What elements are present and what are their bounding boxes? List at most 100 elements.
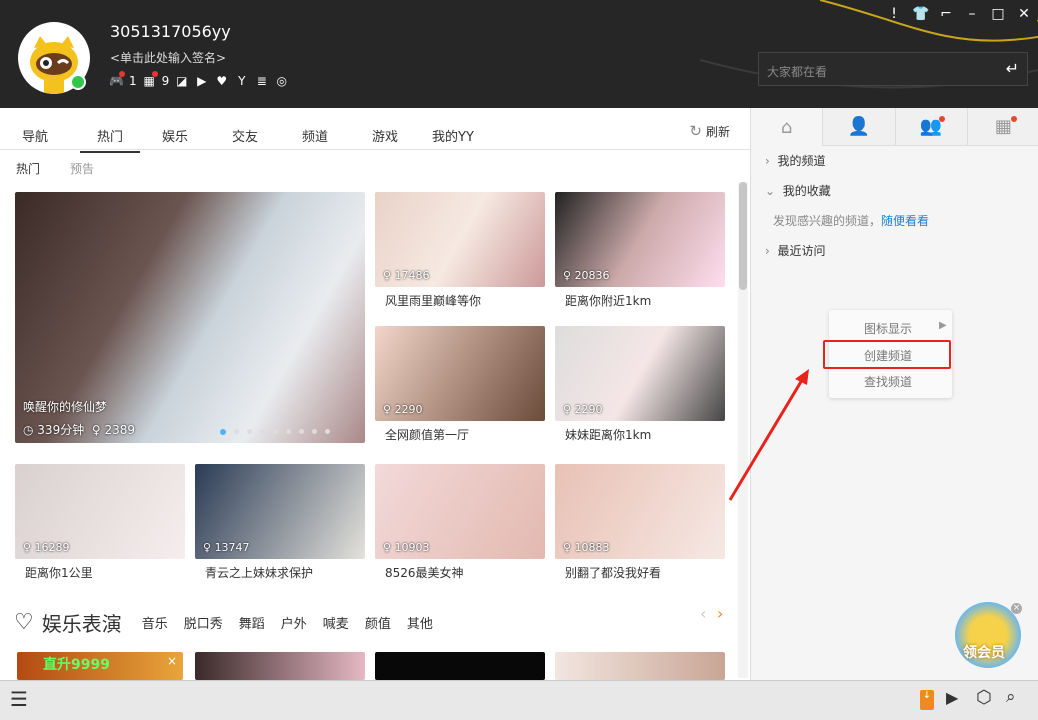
- search-placeholder: 大家都在看: [767, 65, 828, 79]
- video-icon[interactable]: ▶: [194, 73, 209, 88]
- settings-icon[interactable]: ⬡: [976, 687, 992, 708]
- viewer-count: 2290: [574, 403, 603, 416]
- tab-nav[interactable]: 导航: [22, 126, 48, 145]
- coins-icon[interactable]: ≣: [254, 73, 269, 88]
- chevron-right-icon: ›: [765, 244, 778, 258]
- stream-card[interactable]: ♀ 2290: [375, 326, 545, 421]
- heart-icon[interactable]: ♥: [214, 73, 229, 88]
- feedback-icon[interactable]: !: [886, 6, 902, 22]
- stream-title[interactable]: 风里雨里巅峰等你: [385, 292, 481, 309]
- featured-viewers: 2389: [104, 423, 135, 437]
- scrollbar-thumb[interactable]: [739, 182, 747, 290]
- stream-thumbnail[interactable]: [375, 652, 545, 680]
- menu-item-find-channel[interactable]: 查找频道: [864, 373, 912, 390]
- viewer-count: 10903: [394, 541, 430, 554]
- menu-item-icon-display[interactable]: 图标显示: [864, 320, 912, 337]
- refresh-label: 刷新: [705, 124, 730, 139]
- close-icon[interactable]: ✕: [1016, 6, 1032, 22]
- subtab-preview[interactable]: 预告: [70, 160, 94, 177]
- carousel-dots[interactable]: [220, 429, 330, 435]
- stream-card[interactable]: ♀ 10903: [375, 464, 545, 559]
- viewer-icon: ♀: [383, 269, 395, 282]
- mini-mode-icon[interactable]: ⌐: [938, 6, 954, 22]
- tag-shout[interactable]: 喊麦: [323, 613, 349, 632]
- home-tab[interactable]: ⌂: [751, 108, 823, 146]
- carousel-dot[interactable]: [220, 429, 226, 435]
- stream-title[interactable]: 妹妹距离你1km: [565, 426, 651, 443]
- tab-friends[interactable]: 交友: [232, 126, 258, 145]
- ad-close-icon[interactable]: ×: [167, 654, 177, 668]
- browse-link[interactable]: 随便看看: [881, 214, 929, 228]
- viewer-icon: ♀: [383, 541, 395, 554]
- refresh-button[interactable]: ↻ 刷新: [689, 122, 730, 140]
- signature-input[interactable]: <单击此处输入签名>: [110, 49, 226, 66]
- search-icon[interactable]: ⌕: [1006, 687, 1016, 707]
- download-app-icon[interactable]: ↓: [920, 690, 934, 710]
- tag-looks[interactable]: 颜值: [365, 613, 391, 632]
- stream-title[interactable]: 距离你1公里: [25, 564, 93, 581]
- enter-icon[interactable]: ↵: [1006, 59, 1019, 78]
- tag-music[interactable]: 音乐: [142, 613, 168, 632]
- next-arrow-icon[interactable]: ›: [717, 604, 723, 623]
- stream-thumbnail[interactable]: [195, 652, 365, 680]
- tree-recent[interactable]: › 最近访问: [765, 242, 825, 259]
- tab-hot[interactable]: 热门: [80, 126, 140, 153]
- skin-icon[interactable]: 👕: [912, 6, 929, 22]
- tag-outdoor[interactable]: 户外: [281, 613, 307, 632]
- stream-title[interactable]: 青云之上妹妹求保护: [205, 564, 313, 581]
- username: 3051317056yy: [110, 22, 231, 41]
- chevron-right-icon: ›: [765, 154, 778, 168]
- menu-icon[interactable]: ☰: [10, 687, 28, 711]
- stream-title[interactable]: 距离你附近1km: [565, 292, 651, 309]
- viewer-count: 16289: [34, 541, 70, 554]
- minimize-icon[interactable]: –: [964, 6, 980, 22]
- home-icon: ⌂: [780, 116, 793, 138]
- tab-my-yy[interactable]: 我的YY: [432, 126, 474, 145]
- featured-duration: 339分钟: [37, 423, 85, 437]
- stream-card[interactable]: ♀ 17486: [375, 192, 545, 287]
- tab-channels[interactable]: 频道: [302, 126, 328, 145]
- tab-entertainment[interactable]: 娱乐: [162, 126, 188, 145]
- gamepad-count: 1: [129, 73, 137, 88]
- tree-my-favorites[interactable]: ⌄ 我的收藏: [765, 182, 831, 199]
- target-icon[interactable]: ◎: [274, 73, 289, 88]
- subtab-hot[interactable]: 热门: [16, 160, 40, 177]
- stream-card[interactable]: ♀ 13747: [195, 464, 365, 559]
- gift-icon[interactable]: ▦: [142, 71, 158, 88]
- stream-title[interactable]: 8526最美女神: [385, 564, 464, 581]
- tag-other[interactable]: 其他: [407, 613, 433, 632]
- user-icon: 👤: [847, 116, 871, 137]
- maximize-icon[interactable]: □: [990, 6, 1006, 22]
- vip-promo[interactable]: 领会员: [955, 602, 1021, 668]
- prev-arrow-icon[interactable]: ‹: [700, 604, 706, 623]
- featured-card[interactable]: 唤醒你的修仙梦 ◷ 339分钟 ♀ 2389: [15, 192, 365, 443]
- promo-text: 领会员: [963, 645, 1005, 661]
- stream-card[interactable]: ♀ 2290: [555, 326, 725, 421]
- contacts-tab[interactable]: 👤: [822, 108, 895, 146]
- gamepad-icon[interactable]: 🎮: [109, 71, 125, 88]
- online-status-icon: [70, 74, 86, 90]
- apps-tab[interactable]: ▦: [966, 108, 1038, 146]
- groups-tab[interactable]: 👥: [894, 108, 967, 146]
- stream-card[interactable]: ♀ 20836: [555, 192, 725, 287]
- stream-title[interactable]: 全网颜值第一厅: [385, 426, 469, 443]
- video-camera-icon[interactable]: ▶: [946, 688, 958, 707]
- yo-icon[interactable]: Y: [234, 73, 249, 88]
- stream-title[interactable]: 别翻了都没我好看: [565, 564, 661, 581]
- ad-banner[interactable]: 直升9999 ×: [17, 652, 183, 680]
- chevron-down-icon: ⌄: [765, 184, 783, 198]
- tag-talkshow[interactable]: 脱口秀: [184, 613, 223, 632]
- ad-text: 直升9999: [43, 657, 110, 673]
- stream-thumbnail[interactable]: [555, 652, 725, 680]
- tree-label: 我的收藏: [782, 184, 831, 198]
- viewer-icon: ♀: [563, 403, 575, 416]
- tree-my-channels[interactable]: › 我的频道: [765, 152, 825, 169]
- task-icon[interactable]: ◪: [174, 73, 189, 88]
- search-input[interactable]: 大家都在看 ↵: [758, 52, 1028, 86]
- stream-card[interactable]: ♀ 10883: [555, 464, 725, 559]
- tab-games[interactable]: 游戏: [372, 126, 398, 145]
- tag-dance[interactable]: 舞蹈: [239, 613, 265, 632]
- stream-card[interactable]: ♀ 16289: [15, 464, 185, 559]
- gift-count: 9: [161, 73, 170, 88]
- promo-close-icon[interactable]: ×: [1011, 603, 1022, 614]
